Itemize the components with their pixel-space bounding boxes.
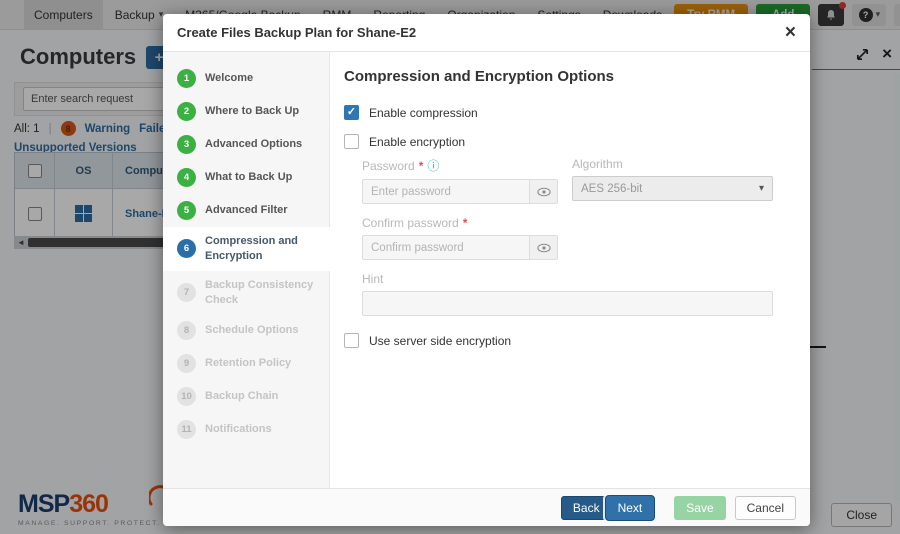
algorithm-label: Algorithm bbox=[572, 157, 623, 171]
wizard-step-compression-and-encryption[interactable]: 6 Compression and Encryption bbox=[163, 227, 330, 271]
wizard-step-what-to-back-up[interactable]: 4 What to Back Up bbox=[163, 161, 329, 194]
step-label: Where to Back Up bbox=[205, 104, 299, 119]
password-input[interactable] bbox=[362, 179, 530, 204]
wizard-step-schedule-options[interactable]: 8 Schedule Options bbox=[163, 314, 329, 347]
create-backup-plan-dialog: Create Files Backup Plan for Shane-E2 × … bbox=[163, 14, 810, 526]
step-label: Retention Policy bbox=[205, 356, 291, 371]
wizard-step-where-to-back-up[interactable]: 2 Where to Back Up bbox=[163, 95, 329, 128]
step-number-badge: 6 bbox=[177, 239, 196, 258]
eye-icon bbox=[537, 243, 551, 253]
back-button[interactable]: Back bbox=[561, 496, 612, 520]
step-number-badge: 9 bbox=[177, 354, 196, 373]
server-side-encryption-label: Use server side encryption bbox=[369, 334, 511, 348]
wizard-step-backup-chain[interactable]: 10 Backup Chain bbox=[163, 380, 329, 413]
hint-input[interactable] bbox=[362, 291, 773, 316]
step-label: Advanced Options bbox=[205, 137, 302, 152]
eye-icon bbox=[537, 187, 551, 197]
algorithm-select[interactable]: AES 256-bit ▾ bbox=[572, 176, 773, 201]
algorithm-selected-value: AES 256-bit bbox=[581, 183, 642, 195]
wizard-step-advanced-filter[interactable]: 5 Advanced Filter bbox=[163, 194, 329, 227]
app-window: Computers Backup ▾ M365/Google Backup RM… bbox=[0, 0, 900, 534]
dialog-title: Create Files Backup Plan for Shane-E2 bbox=[177, 25, 416, 40]
step-number-badge: 10 bbox=[177, 387, 196, 406]
step-label: Welcome bbox=[205, 71, 253, 86]
step-number-badge: 5 bbox=[177, 201, 196, 220]
required-asterisk: * bbox=[419, 159, 424, 173]
enable-encryption-label: Enable encryption bbox=[369, 135, 465, 149]
dialog-header: Create Files Backup Plan for Shane-E2 × bbox=[163, 14, 810, 52]
step-number-badge: 8 bbox=[177, 321, 196, 340]
step-label: Backup Chain bbox=[205, 389, 278, 404]
password-label: Password bbox=[362, 159, 415, 173]
hint-label: Hint bbox=[362, 272, 383, 286]
cancel-button[interactable]: Cancel bbox=[735, 496, 796, 520]
step-label: Compression and Encryption bbox=[205, 234, 322, 264]
step-label: What to Back Up bbox=[205, 170, 292, 185]
step-heading: Compression and Encryption Options bbox=[344, 68, 785, 85]
step-label: Schedule Options bbox=[205, 323, 299, 338]
step-number-badge: 7 bbox=[177, 283, 196, 302]
enable-compression-checkbox[interactable]: ✓ bbox=[344, 105, 359, 120]
wizard-step-retention-policy[interactable]: 9 Retention Policy bbox=[163, 347, 329, 380]
dialog-close-icon[interactable]: × bbox=[785, 23, 796, 42]
step-label: Advanced Filter bbox=[205, 203, 288, 218]
wizard-step-content: Compression and Encryption Options ✓ Ena… bbox=[330, 52, 810, 488]
dialog-footer: Back Next Save Cancel bbox=[163, 488, 810, 526]
confirm-password-input[interactable] bbox=[362, 235, 530, 260]
encryption-fields: Password * ⓘ bbox=[362, 157, 785, 316]
check-icon: ✓ bbox=[347, 107, 356, 118]
wizard-step-welcome[interactable]: 1 Welcome bbox=[163, 62, 329, 95]
enable-encryption-checkbox[interactable] bbox=[344, 134, 359, 149]
next-button[interactable]: Next bbox=[605, 495, 656, 521]
required-asterisk: * bbox=[463, 216, 468, 230]
info-icon[interactable]: ⓘ bbox=[427, 157, 439, 174]
chevron-down-icon: ▾ bbox=[759, 183, 764, 194]
step-number-badge: 11 bbox=[177, 420, 196, 439]
server-side-encryption-checkbox[interactable] bbox=[344, 333, 359, 348]
step-number-badge: 2 bbox=[177, 102, 196, 121]
save-button[interactable]: Save bbox=[674, 496, 725, 520]
confirm-password-label: Confirm password bbox=[362, 216, 459, 230]
step-number-badge: 1 bbox=[177, 69, 196, 88]
step-label: Backup Consistency Check bbox=[205, 278, 321, 308]
enable-compression-label: Enable compression bbox=[369, 106, 478, 120]
wizard-step-backup-consistency-check[interactable]: 7 Backup Consistency Check bbox=[163, 271, 329, 315]
wizard-steps-sidebar: 1 Welcome 2 Where to Back Up 3 Advanced … bbox=[163, 52, 330, 488]
wizard-step-advanced-options[interactable]: 3 Advanced Options bbox=[163, 128, 329, 161]
show-confirm-password-button[interactable] bbox=[530, 235, 558, 260]
step-label: Notifications bbox=[205, 422, 272, 437]
wizard-step-notifications[interactable]: 11 Notifications bbox=[163, 413, 329, 446]
step-number-badge: 3 bbox=[177, 135, 196, 154]
show-password-button[interactable] bbox=[530, 179, 558, 204]
step-number-badge: 4 bbox=[177, 168, 196, 187]
